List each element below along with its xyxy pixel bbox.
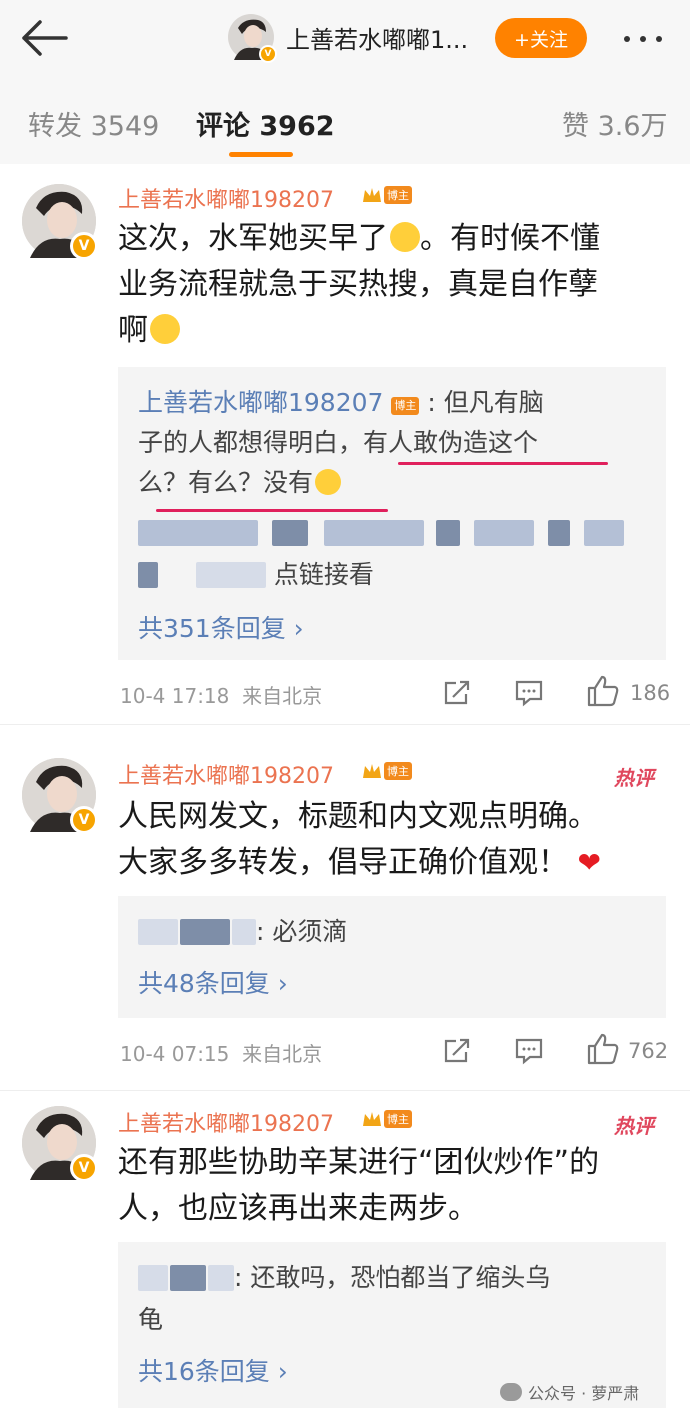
reply-box: 上善若水嘟嘟198207 博主 : 但凡有脑 子的人都想得明白，有人敢伪造这个 … [118,367,666,660]
active-tab-indicator [229,152,293,157]
reply-username[interactable]: 上善若水嘟嘟198207 [138,388,383,417]
tab-repost[interactable]: 转发 3549 [28,104,159,143]
crown-icon [363,764,381,778]
author-badge: 博主 [391,397,420,415]
follow-button[interactable]: +关注 [495,18,587,58]
reply-box: : 必须滴 共48条回复 › [118,896,666,1018]
verified-badge-icon: V [259,45,277,63]
comment-item: V 上善若水嘟嘟198207 博主 这次，水军她买早了 。有时候不懂 业务流程就急… [0,164,690,726]
share-icon[interactable] [442,678,472,708]
thinking-emoji-icon [150,314,180,344]
avatar[interactable]: V [22,758,98,834]
comment-item: V 上善若水嘟嘟198207 博主 热评 还有那些协助辛某进行“团伙炒作”的 人… [0,1090,690,1418]
divider [0,724,690,725]
header-title: 上善若水嘟嘟1... [286,26,469,54]
view-replies-link[interactable]: 共16条回复 › [138,1352,288,1388]
reply-line: 龟 [138,1305,164,1334]
reply-line: : 还敢吗，恐怕都当了缩头乌 [138,1258,648,1298]
header-avatar[interactable]: V [228,14,277,63]
like-icon[interactable] [586,1032,620,1066]
comment-text: 还有那些协助辛某进行“团伙炒作”的 人，也应该再出来走两步。 [118,1145,600,1226]
thinking-emoji-icon [390,222,420,252]
crown-icon [363,188,381,202]
like-icon[interactable] [586,674,620,708]
thinking-emoji-icon [315,469,342,495]
view-replies-link[interactable]: 共351条回复 › [138,609,304,645]
hot-comment-badge: 热评 [614,766,654,790]
verified-badge-icon: V [70,806,98,834]
author-badge: 博主 [384,762,412,780]
comment-text: 这次，水军她买早了 。有时候不懂 业务流程就急于买热搜，真是自作孽 啊 [118,221,600,348]
comment-text: 人民网发文，标题和内文观点明确。 大家多多转发，倡导正确价值观！ ❤ [118,799,602,880]
comment-username[interactable]: 上善若水嘟嘟198207 [118,182,334,214]
comment-username[interactable]: 上善若水嘟嘟198207 [118,758,334,790]
crown-icon [363,1112,381,1126]
hot-comment-badge: 热评 [614,1114,654,1138]
comment-meta: 10-4 17:18 来自北京 [120,684,323,708]
author-badge: 博主 [384,1110,412,1128]
highlight-underline [398,462,608,465]
comment-icon[interactable] [514,678,544,708]
tab-bar: 转发 3549 评论 3962 赞 3.6万 [0,78,690,164]
verified-badge-icon: V [70,1154,98,1182]
more-options-icon[interactable] [624,36,662,42]
share-icon[interactable] [442,1036,472,1066]
blurred-reply [138,513,648,553]
watermark: 公众号 · 萝严肃 [500,1380,639,1404]
reply-line: 点链接看 [138,555,648,595]
top-bar: V 上善若水嘟嘟1... +关注 [0,0,690,78]
avatar[interactable]: V [22,184,98,260]
tab-comments[interactable]: 评论 3962 [196,104,335,143]
wechat-icon [500,1383,522,1401]
like-count: 186 [630,681,671,705]
comment-icon[interactable] [514,1036,544,1066]
author-badge: 博主 [384,186,412,204]
view-replies-link[interactable]: 共48条回复 › [138,964,288,1000]
comment-item: V 上善若水嘟嘟198207 博主 热评 人民网发文，标题和内文观点明确。 大家… [0,740,690,1076]
comment-meta: 10-4 07:15 来自北京 [120,1042,323,1066]
reply-line: 么？有么？没有 [138,463,648,503]
reply-line: : 必须滴 [138,912,648,952]
comment-username[interactable]: 上善若水嘟嘟198207 [118,1106,334,1138]
reply-line: 上善若水嘟嘟198207 博主 : 但凡有脑 [138,388,544,417]
heart-emoji-icon: ❤ [577,846,602,879]
highlight-underline [156,509,388,512]
reply-line: 子的人都想得明白，有人敢伪造这个 [138,428,539,457]
avatar[interactable]: V [22,1106,98,1182]
tab-likes[interactable]: 赞 3.6万 [562,104,668,143]
verified-badge-icon: V [70,232,98,260]
like-count: 762 [628,1039,669,1063]
back-arrow-icon[interactable] [16,14,72,62]
